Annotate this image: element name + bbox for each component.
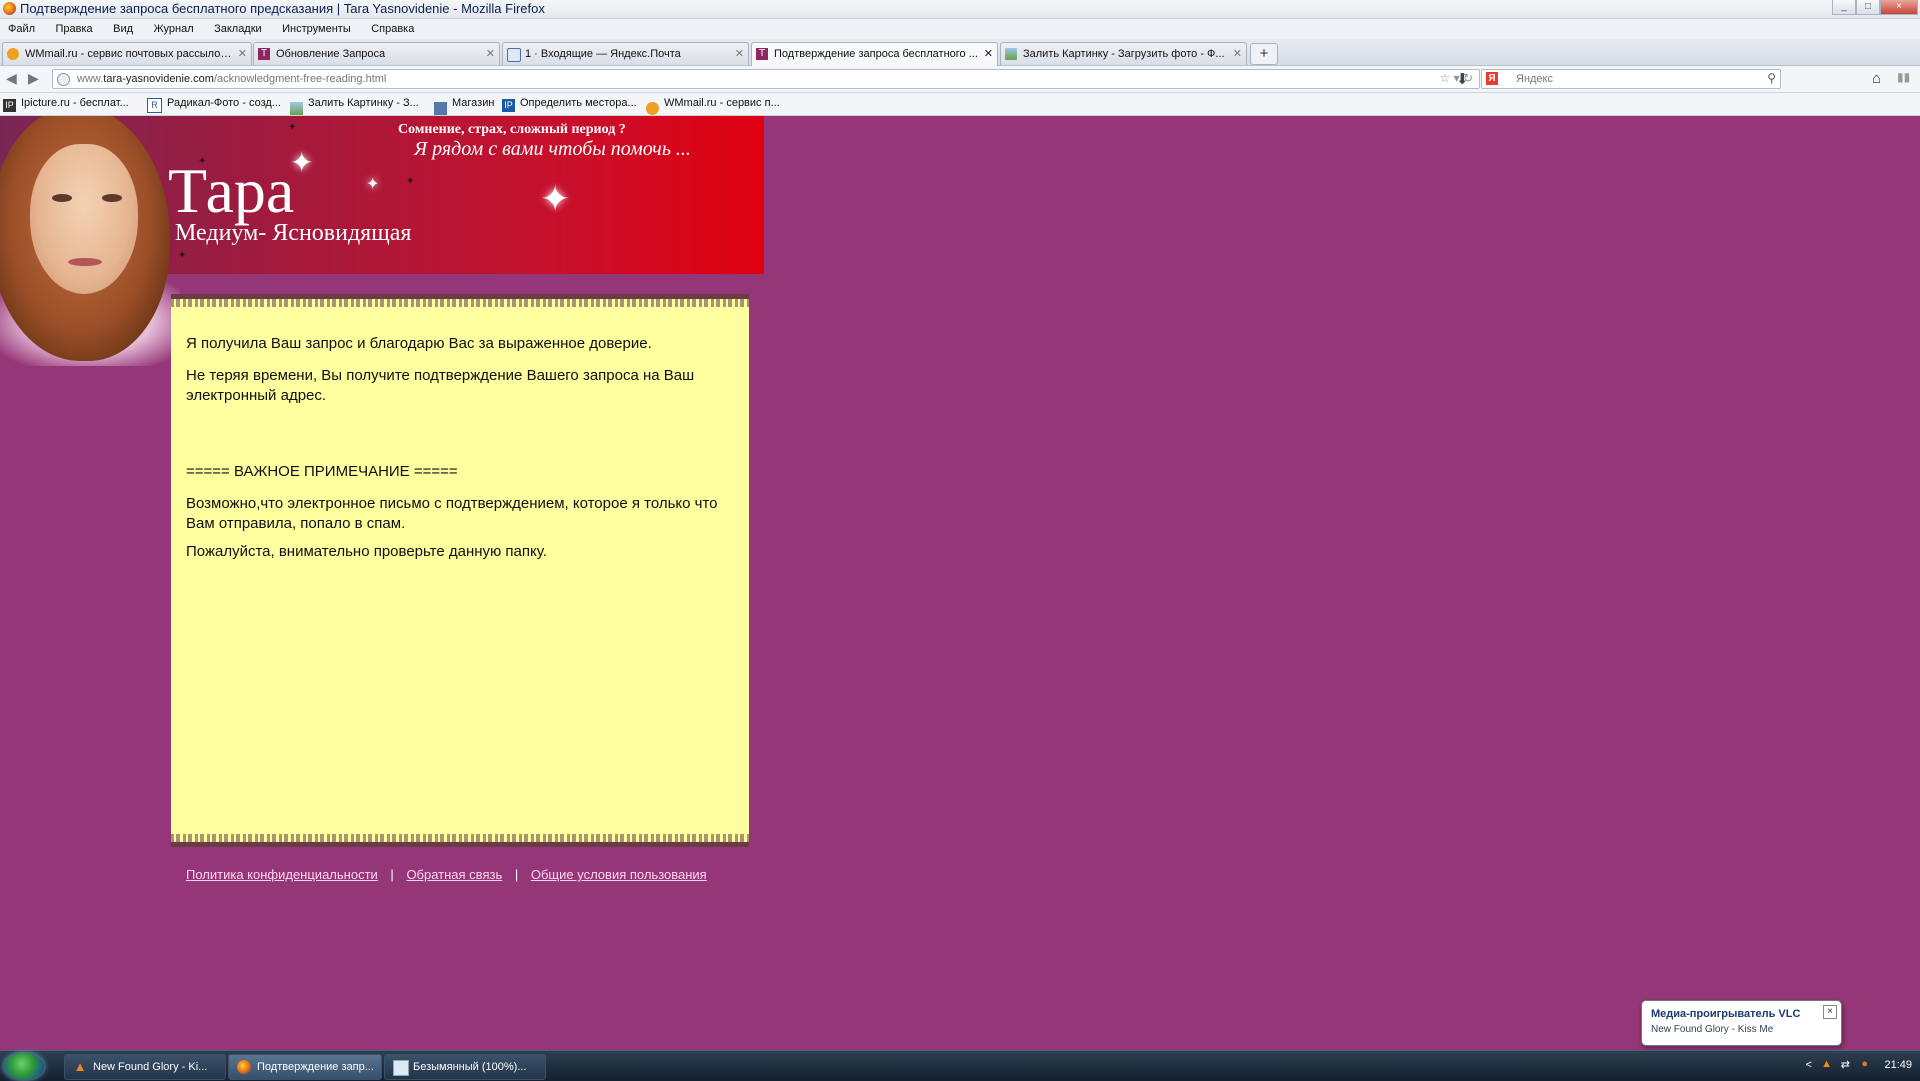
firefox-icon [237, 1060, 251, 1074]
window-title: Подтверждение запроса бесплатного предск… [20, 1, 545, 16]
menu-tools[interactable]: Инструменты [282, 20, 351, 35]
site-logo-subtitle: Медиум- Ясновидящая [175, 220, 412, 246]
menu-edit[interactable]: Правка [56, 20, 93, 35]
important-note-heading: ===== ВАЖНОЕ ПРИМЕЧАНИЕ ===== [186, 463, 458, 480]
vlc-tray-icon[interactable]: ▲ [1821, 1058, 1832, 1070]
radikal-icon: R [147, 98, 162, 113]
site-tagline-question: Сомнение, страх, сложный период ? [398, 122, 626, 137]
minimize-button[interactable]: _ [1832, 0, 1856, 15]
medium-portrait-image [0, 116, 180, 366]
tab-wmmail[interactable]: WMmail.ru - сервис почтовых рассылок... … [2, 42, 252, 65]
star-icon[interactable]: ☆ [1439, 71, 1450, 85]
search-bar[interactable]: Я Яндекс ⚲ [1481, 69, 1781, 89]
bookmark-radikal[interactable]: R Радикал-Фото - созд... [147, 97, 281, 113]
network-icon[interactable]: ⇄ [1841, 1058, 1850, 1071]
paint-icon [393, 1060, 409, 1076]
sparkle-icon: ✦ [366, 176, 380, 193]
back-icon[interactable]: ◀ [6, 70, 17, 87]
tab-yandex-mail[interactable]: 1 · Входящие — Яндекс.Почта ✕ [502, 42, 749, 65]
menu-file[interactable]: Файл [8, 20, 35, 35]
tara-icon: T [756, 48, 768, 60]
vlc-icon: ▲ [73, 1059, 87, 1074]
search-icon[interactable]: ⚲ [1767, 71, 1776, 85]
close-icon[interactable]: ✕ [238, 47, 247, 60]
tab-confirmation[interactable]: T Подтверждение запроса бесплатного ... … [751, 42, 998, 66]
site-tagline: Я рядом с вами чтобы помочь ... [414, 138, 691, 160]
bars-icon[interactable]: ▮▮ [1897, 70, 1910, 84]
bookmark-upload-image[interactable]: imgЗалить Картинку - З... [290, 97, 419, 115]
tab-upload-image[interactable]: Залить Картинку - Загрузить фото - Ф... … [1000, 42, 1247, 65]
notification-close-button[interactable]: × [1823, 1005, 1837, 1019]
confirmation-content-box: Я получила Ваш запрос и благодарю Вас за… [171, 294, 749, 847]
search-input[interactable]: Яндекс [1516, 73, 1553, 85]
bookmark-ipicture[interactable]: IP Ipicture.ru - бесплат... [3, 97, 129, 112]
address-url: www.tara-yasnovidenie.com/acknowledgment… [77, 73, 387, 85]
bookmarks-bar: IP Ipicture.ru - бесплат... R Радикал-Фото… [0, 93, 1920, 116]
notification-title: Медиа-проигрыватель VLC [1651, 1008, 1801, 1020]
wmmail-icon: wm [646, 102, 659, 115]
wmmail-icon [7, 48, 19, 60]
tara-icon: T [258, 48, 270, 60]
close-window-button[interactable]: × [1880, 0, 1918, 15]
close-icon[interactable]: ✕ [1233, 47, 1242, 60]
address-bar[interactable]: www.tara-yasnovidenie.com/acknowledgment… [52, 69, 1480, 89]
thank-you-text: Я получила Ваш запрос и благодарю Вас за… [186, 335, 652, 352]
home-icon[interactable]: ⌂ [1872, 70, 1881, 87]
menu-view[interactable]: Вид [113, 20, 133, 35]
feedback-link[interactable]: Обратная связь [406, 867, 502, 882]
mail-icon [507, 48, 521, 62]
forward-icon[interactable]: ▶ [28, 70, 39, 87]
footer-links: Политика конфиденциальности | Обратная с… [186, 867, 707, 882]
bookmark-shop[interactable]: shopМагазин [434, 97, 494, 115]
taskbar-item-firefox[interactable]: Подтверждение запр... [228, 1054, 382, 1080]
image-icon [1005, 48, 1017, 60]
vlc-notification[interactable]: Медиа-проигрыватель VLC New Found Glory … [1641, 1000, 1842, 1046]
privacy-policy-link[interactable]: Политика конфиденциальности [186, 867, 378, 882]
yandex-icon: Я [1486, 72, 1498, 85]
ip-icon: IP [502, 99, 515, 112]
tray-expand-icon[interactable]: < [1806, 1059, 1812, 1071]
menu-bar: Файл Правка Вид Журнал Закладки Инструме… [0, 19, 1920, 39]
window-titlebar: Подтверждение запроса бесплатного предск… [0, 0, 1920, 19]
web-page: ✦ ✦ ✦ ✦ ✦ ✦ ✦ Сомнение, страх, сложный п… [0, 116, 1920, 1050]
menu-history[interactable]: Журнал [153, 20, 193, 35]
taskbar: ▲ New Found Glory - Ki... Подтверждение … [0, 1050, 1920, 1081]
taskbar-item-paint[interactable]: Безымянный (100%)... [384, 1054, 546, 1080]
bookmark-ip-location[interactable]: IP Определить местора... [502, 97, 637, 112]
confirmation-text: Не теряя времени, Вы получите подтвержде… [186, 367, 695, 404]
tab-update-request[interactable]: T Обновление Запроса ✕ [253, 42, 500, 65]
close-icon[interactable]: ✕ [735, 47, 744, 60]
close-icon[interactable]: ✕ [984, 47, 993, 60]
notification-message: New Found Glory - Kiss Me [1651, 1024, 1774, 1035]
volume-icon[interactable]: ● [1861, 1058, 1868, 1070]
menu-bookmarks[interactable]: Закладки [214, 20, 262, 35]
close-icon[interactable]: ✕ [486, 47, 495, 60]
start-button[interactable] [4, 1053, 44, 1080]
site-logo-name: Тара [168, 155, 295, 226]
ipicture-icon: IP [3, 99, 16, 112]
bookmark-wmmail[interactable]: wmWMmail.ru - сервис п... [646, 97, 780, 115]
spam-warning-text: Возможно,что электронное письмо с подтве… [186, 495, 718, 532]
maximize-button[interactable]: □ [1856, 0, 1880, 15]
firefox-icon [3, 2, 16, 15]
image-icon: img [290, 102, 303, 115]
taskbar-item-vlc[interactable]: ▲ New Found Glory - Ki... [64, 1054, 226, 1080]
new-tab-button[interactable]: + [1250, 43, 1278, 65]
navigation-bar: ◀ ▶ www.tara-yasnovidenie.com/acknowledg… [0, 66, 1920, 93]
tab-strip: WMmail.ru - сервис почтовых рассылок... … [0, 39, 1920, 66]
clock[interactable]: 21:49 [1884, 1059, 1912, 1071]
terms-of-use-link[interactable]: Общие условия пользования [531, 867, 707, 882]
shop-icon: shop [434, 102, 447, 115]
download-icon[interactable]: ⬇ [1456, 70, 1469, 88]
sparkle-icon: ✦ [540, 178, 571, 219]
menu-help[interactable]: Справка [371, 20, 414, 35]
check-folder-text: Пожалуйста, внимательно проверьте данную… [186, 543, 547, 560]
globe-icon [57, 73, 70, 86]
